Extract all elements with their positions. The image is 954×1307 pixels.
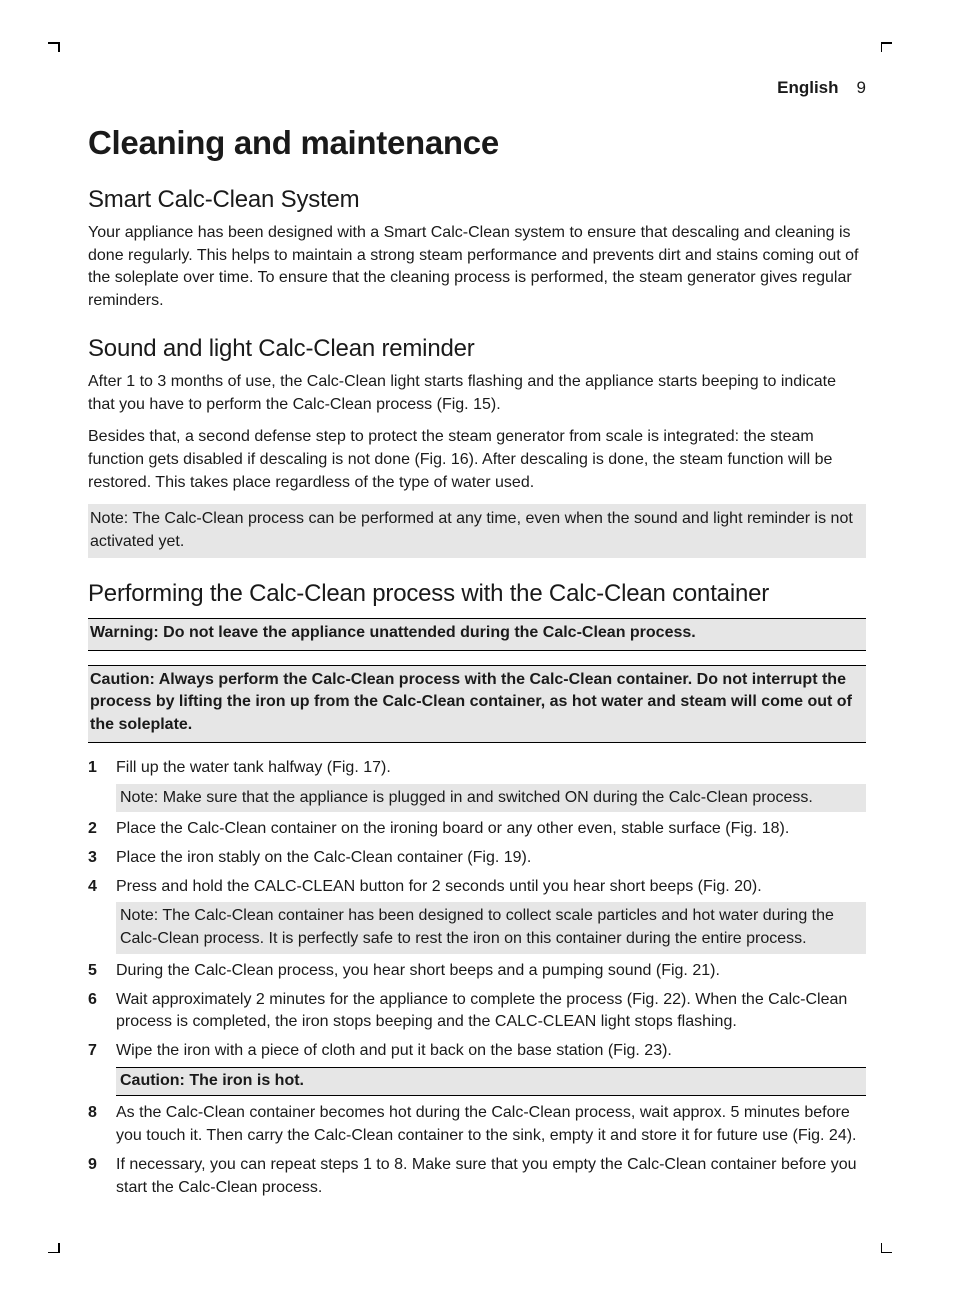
language-label: English xyxy=(777,78,838,97)
step-text: Wipe the iron with a piece of cloth and … xyxy=(116,1042,672,1059)
body-text: After 1 to 3 months of use, the Calc-Cle… xyxy=(88,371,866,416)
crop-mark-bottom-left xyxy=(44,1239,58,1253)
caution-box: Caution: Always perform the Calc-Clean p… xyxy=(88,665,866,743)
step-item: If necessary, you can repeat steps 1 to … xyxy=(88,1154,866,1199)
page-content: English 9 Cleaning and maintenance Smart … xyxy=(0,0,954,1265)
note-box: Note: The Calc-Clean process can be perf… xyxy=(88,504,866,557)
steps-list: Fill up the water tank halfway (Fig. 17)… xyxy=(88,757,866,1200)
step-item: Wait approximately 2 minutes for the app… xyxy=(88,989,866,1034)
step-text: Place the Calc-Clean container on the ir… xyxy=(116,820,789,837)
step-item: Wipe the iron with a piece of cloth and … xyxy=(88,1040,866,1096)
step-item: Press and hold the CALC-CLEAN button for… xyxy=(88,876,866,954)
crop-mark-top-left xyxy=(44,42,58,56)
step-item: Place the Calc-Clean container on the ir… xyxy=(88,818,866,841)
page-title: Cleaning and maintenance xyxy=(88,124,866,162)
step-item: Place the iron stably on the Calc-Clean … xyxy=(88,847,866,870)
step-note: Note: The Calc-Clean container has been … xyxy=(116,902,866,953)
step-text: As the Calc-Clean container becomes hot … xyxy=(116,1104,857,1144)
body-text: Your appliance has been designed with a … xyxy=(88,222,866,313)
step-text: Fill up the water tank halfway (Fig. 17)… xyxy=(116,759,391,776)
step-item: During the Calc-Clean process, you hear … xyxy=(88,960,866,983)
step-text: During the Calc-Clean process, you hear … xyxy=(116,962,720,979)
page-number: 9 xyxy=(857,78,866,97)
page-header: English 9 xyxy=(88,78,866,98)
section-heading-process: Performing the Calc-Clean process with t… xyxy=(88,580,866,608)
crop-mark-bottom-right xyxy=(882,1239,896,1253)
step-item: As the Calc-Clean container becomes hot … xyxy=(88,1102,866,1147)
warning-box: Warning: Do not leave the appliance unat… xyxy=(88,618,866,651)
body-text: Besides that, a second defense step to p… xyxy=(88,426,866,494)
step-note: Note: Make sure that the appliance is pl… xyxy=(116,784,866,813)
step-text: Press and hold the CALC-CLEAN button for… xyxy=(116,878,762,895)
step-text: Wait approximately 2 minutes for the app… xyxy=(116,991,847,1031)
step-caution: Caution: The iron is hot. xyxy=(116,1067,866,1097)
step-text: If necessary, you can repeat steps 1 to … xyxy=(116,1156,857,1196)
step-item: Fill up the water tank halfway (Fig. 17)… xyxy=(88,757,866,812)
step-text: Place the iron stably on the Calc-Clean … xyxy=(116,849,531,866)
section-heading-reminder: Sound and light Calc-Clean reminder xyxy=(88,335,866,363)
section-heading-smart: Smart Calc-Clean System xyxy=(88,186,866,214)
crop-mark-top-right xyxy=(882,42,896,56)
